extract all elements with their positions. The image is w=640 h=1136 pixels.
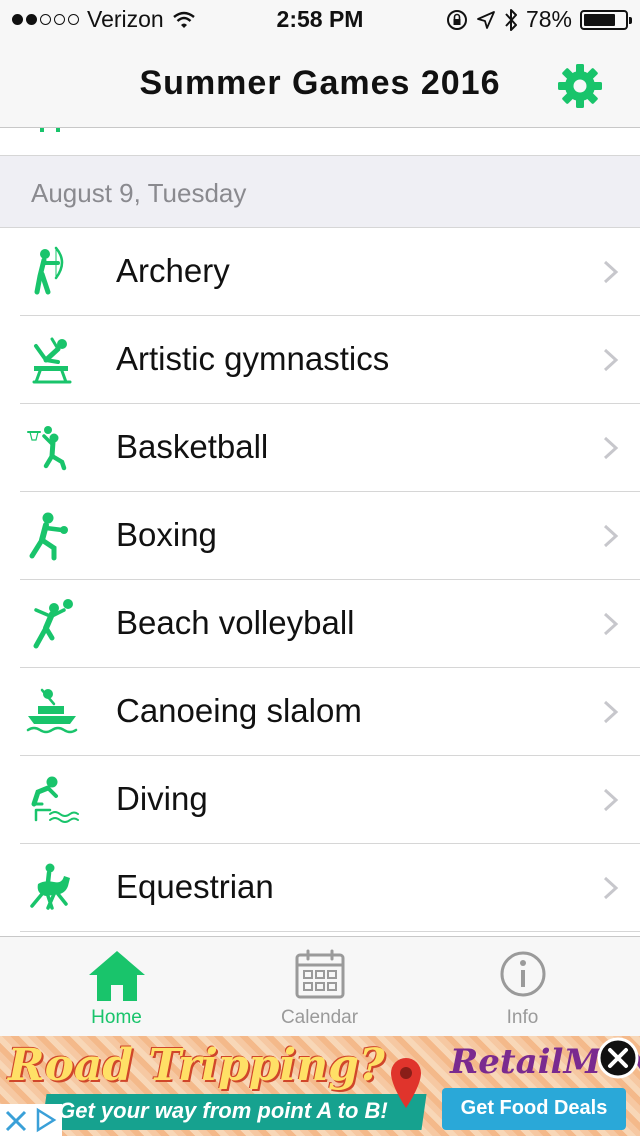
ad-headline: Road Tripping? (8, 1040, 385, 1091)
event-row-boxing[interactable]: Boxing (0, 492, 640, 580)
home-icon (88, 951, 145, 1001)
ad-choices[interactable] (0, 1104, 62, 1136)
ad-choices-icon[interactable] (32, 1104, 60, 1136)
ad-subline-strip: Get your way from point A to B! (41, 1094, 427, 1130)
location-arrow-icon (477, 10, 495, 29)
event-label: Archery (116, 252, 230, 289)
event-row-basketball[interactable]: Basketball (0, 404, 640, 492)
battery-percent: 78% (525, 6, 572, 32)
chevron-right-icon (603, 348, 619, 372)
canoeing-icon (26, 688, 78, 734)
tab-label: Home (91, 1007, 142, 1028)
gear-icon[interactable] (556, 62, 604, 110)
bluetooth-icon (505, 8, 517, 31)
event-label: Boxing (116, 516, 217, 553)
ad-banner[interactable]: Road Tripping? Get your way from point A… (0, 1036, 640, 1136)
section-date: August 9, Tuesday (31, 178, 247, 208)
boxing-icon (29, 512, 68, 561)
event-label: Diving (116, 780, 208, 817)
tab-label: Calendar (280, 1007, 359, 1028)
event-row-diving[interactable]: Diving (0, 756, 640, 844)
beach-volleyball-icon (33, 599, 73, 649)
event-label: Artistic gymnastics (116, 340, 390, 377)
event-label: Canoeing slalom (116, 692, 362, 729)
calendar-icon (295, 949, 344, 999)
event-row-archery[interactable]: Archery (0, 228, 640, 316)
event-row-artistic-gymnastics[interactable]: Artistic gymnastics (0, 316, 640, 404)
event-row-equestrian[interactable]: Equestrian (0, 844, 640, 932)
battery-level-fill (584, 13, 616, 26)
chevron-right-icon (603, 436, 619, 460)
status-right: 78% (446, 6, 632, 33)
close-icon[interactable] (596, 1036, 640, 1080)
equestrian-icon (30, 863, 70, 910)
gymnastics-icon (32, 337, 72, 384)
chevron-right-icon (603, 260, 619, 284)
partial-event-icon (40, 128, 60, 132)
chevron-right-icon (603, 524, 619, 548)
tab-info[interactable]: Info (416, 937, 629, 1037)
chevron-right-icon (603, 612, 619, 636)
diving-icon (31, 776, 79, 823)
chevron-right-icon (603, 700, 619, 724)
navigation-bar: Summer Games 2016 (0, 40, 640, 128)
tab-home[interactable]: Home (10, 937, 223, 1037)
map-pin-icon (391, 1058, 421, 1108)
event-label: Basketball (116, 428, 269, 465)
battery-icon (580, 9, 632, 30)
ad-cta-label: Get Food Deals (460, 1097, 608, 1119)
event-label: Equestrian (116, 868, 274, 905)
partially-visible-row[interactable] (0, 128, 640, 156)
event-label: Beach volleyball (116, 604, 355, 641)
basketball-icon (27, 426, 67, 471)
ad-cta-button[interactable]: Get Food Deals (442, 1088, 626, 1130)
section-header: August 9, Tuesday (0, 156, 640, 228)
event-list: Archery Artistic gymnastics Basketball B… (0, 228, 640, 932)
event-list-scroll[interactable]: August 9, Tuesday Archery Artistic gymna… (0, 128, 640, 936)
event-row-canoeing-slalom[interactable]: Canoeing slalom (0, 668, 640, 756)
page-title: Summer Games 2016 (139, 64, 501, 102)
ad-close-x-icon[interactable] (2, 1104, 30, 1136)
archery-icon (34, 246, 64, 295)
tab-bar: Home Calendar Info (0, 936, 640, 1036)
tab-calendar[interactable]: Calendar (213, 937, 426, 1037)
event-row-beach-volleyball[interactable]: Beach volleyball (0, 580, 640, 668)
info-icon (500, 951, 545, 997)
chevron-right-icon (603, 876, 619, 900)
chevron-right-icon (603, 788, 619, 812)
rotation-lock-icon (446, 9, 467, 30)
ad-subline: Get your way from point A to B! (58, 1098, 388, 1123)
status-bar: Verizon 2:58 PM 78% (0, 0, 640, 40)
tab-label: Info (506, 1007, 539, 1028)
